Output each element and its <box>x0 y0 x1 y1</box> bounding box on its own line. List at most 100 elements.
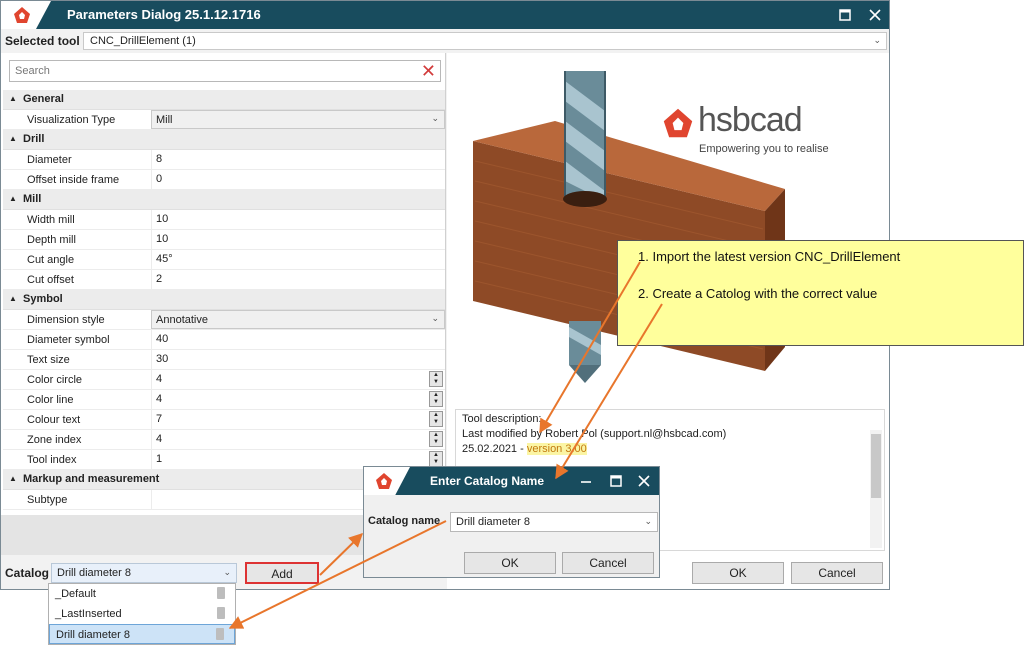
property-row[interactable]: Offset inside frame 0 <box>3 170 445 190</box>
property-name: Cut angle <box>27 254 75 266</box>
catalog-label: Catalog <box>5 566 50 580</box>
close-icon <box>869 9 881 21</box>
close-button[interactable] <box>865 5 885 25</box>
property-row[interactable]: Width mill 10 <box>3 210 445 230</box>
property-row[interactable]: Color line 4 ▲ ▼ <box>3 390 445 410</box>
property-grid: ▲ General Visualization Type Mill ⌄ ▲ Drill … <box>3 90 445 510</box>
dimension-style-select[interactable]: Annotative ⌄ <box>151 310 445 329</box>
property-value[interactable]: 4 ▲ ▼ <box>151 370 445 389</box>
property-panel: Search ✕ ▲ General Visualization Type Mill… <box>1 53 446 515</box>
property-name: Width mill <box>27 214 75 226</box>
logo-area <box>1 1 51 29</box>
property-value[interactable]: 30 <box>151 350 445 369</box>
tool-description-date: 25.02.2021 - <box>462 443 527 455</box>
tool-description-modified: Last modified by Robert Pol (support.nl@… <box>462 428 727 440</box>
catalog-select[interactable]: Drill diameter 8 ⌄ <box>51 563 237 583</box>
ok-button[interactable]: OK <box>692 562 784 584</box>
selected-tool-row: Selected tool CNC_DrillElement (1) ⌄ <box>1 30 889 52</box>
logo-area <box>364 467 410 495</box>
dialog-ok-button[interactable]: OK <box>464 552 556 574</box>
catalog-name-label: Catalog name <box>368 515 441 527</box>
category-drill[interactable]: ▲ Drill <box>3 130 445 150</box>
catalog-item[interactable]: _Default <box>49 584 235 604</box>
close-button[interactable] <box>634 471 654 491</box>
note-step-2: 2. Create a Catolog with the correct val… <box>638 286 878 301</box>
instruction-note: 1. Import the latest version CNC_DrillEl… <box>617 240 1024 346</box>
hsbcad-logo-icon <box>376 473 392 489</box>
property-value[interactable]: 40 <box>151 330 445 349</box>
chevron-down-icon: ⌄ <box>431 313 439 323</box>
property-name: Subtype <box>27 494 68 506</box>
property-value[interactable]: 10 <box>151 230 445 249</box>
chevron-down-icon: ⌄ <box>873 35 881 45</box>
property-row[interactable]: Cut offset 2 <box>3 270 445 290</box>
catalog-item-selected[interactable]: Drill diameter 8 <box>49 624 235 644</box>
clear-search-icon[interactable]: ✕ <box>421 61 436 81</box>
spinner-icon[interactable]: ▲ ▼ <box>429 411 443 427</box>
search-input[interactable]: Search ✕ <box>9 60 441 82</box>
chevron-down-icon: ⌄ <box>223 567 231 577</box>
brand-name: hsbcad <box>698 101 803 139</box>
brand-logo: hsbcad Empowering you to realise <box>662 101 842 157</box>
property-name: Visualization Type <box>27 114 116 126</box>
property-name: Dimension style <box>27 314 105 326</box>
property-row[interactable]: Diameter 8 <box>3 150 445 170</box>
property-value[interactable]: 0 <box>151 170 445 189</box>
selected-tool-select[interactable]: CNC_DrillElement (1) ⌄ <box>83 32 887 50</box>
spinner-icon[interactable]: ▲ ▼ <box>429 431 443 447</box>
spinner-icon[interactable]: ▲ ▼ <box>429 371 443 387</box>
tool-description-heading: Tool description: <box>462 413 542 425</box>
property-row[interactable]: Colour text 7 ▲ ▼ <box>3 410 445 430</box>
property-value[interactable]: 10 <box>151 210 445 229</box>
maximize-button[interactable] <box>606 471 626 491</box>
property-name: Diameter <box>27 154 72 166</box>
property-row[interactable]: Zone index 4 ▲ ▼ <box>3 430 445 450</box>
property-row[interactable]: Diameter symbol 40 <box>3 330 445 350</box>
property-name: Diameter symbol <box>27 334 110 346</box>
close-icon <box>638 475 650 487</box>
property-row[interactable]: Cut angle 45° <box>3 250 445 270</box>
spinner-icon[interactable]: ▲ ▼ <box>429 451 443 467</box>
search-placeholder: Search <box>15 65 50 77</box>
visualization-type-select[interactable]: Mill ⌄ <box>151 110 445 129</box>
property-name: Text size <box>27 354 70 366</box>
property-value[interactable]: 45° <box>151 250 445 269</box>
cancel-button[interactable]: Cancel <box>791 562 883 584</box>
chevron-down-icon: ⌄ <box>644 516 652 526</box>
property-value[interactable]: 4 ▲ ▼ <box>151 430 445 449</box>
hsbcad-logo-icon <box>14 7 30 23</box>
trash-icon[interactable] <box>216 628 224 640</box>
property-value[interactable]: 7 ▲ ▼ <box>151 410 445 429</box>
property-row[interactable]: Color circle 4 ▲ ▼ <box>3 370 445 390</box>
catalog-item[interactable]: _LastInserted <box>49 604 235 624</box>
scrollbar-thumb[interactable] <box>871 434 881 498</box>
collapse-triangle-icon: ▲ <box>9 94 17 103</box>
property-value[interactable]: 2 <box>151 270 445 289</box>
title-bar: Parameters Dialog 25.1.12.1716 <box>1 1 889 29</box>
property-row[interactable]: Text size 30 <box>3 350 445 370</box>
property-row[interactable]: Depth mill 10 <box>3 230 445 250</box>
vertical-scrollbar[interactable] <box>870 430 882 548</box>
property-row[interactable]: Visualization Type Mill ⌄ <box>3 110 445 130</box>
add-button[interactable]: Add <box>245 562 319 584</box>
enter-catalog-name-dialog: Enter Catalog Name Catalog name Drill di… <box>363 466 660 578</box>
selected-tool-label: Selected tool <box>5 34 80 48</box>
chevron-down-icon: ⌄ <box>431 113 439 123</box>
collapse-triangle-icon: ▲ <box>9 134 17 143</box>
property-value[interactable]: 4 ▲ ▼ <box>151 390 445 409</box>
maximize-button[interactable] <box>835 5 855 25</box>
category-symbol[interactable]: ▲ Symbol <box>3 290 445 310</box>
dialog-cancel-button[interactable]: Cancel <box>562 552 654 574</box>
property-name: Colour text <box>27 414 81 426</box>
spinner-icon[interactable]: ▲ ▼ <box>429 391 443 407</box>
property-value[interactable]: 8 <box>151 150 445 169</box>
property-name: Cut offset <box>27 274 74 286</box>
category-general[interactable]: ▲ General <box>3 90 445 110</box>
trash-icon[interactable] <box>217 587 225 599</box>
minimize-icon <box>581 481 591 483</box>
property-row[interactable]: Dimension style Annotative ⌄ <box>3 310 445 330</box>
trash-icon[interactable] <box>217 607 225 619</box>
category-mill[interactable]: ▲ Mill <box>3 190 445 210</box>
minimize-button[interactable] <box>576 471 596 491</box>
catalog-name-input[interactable]: Drill diameter 8 ⌄ <box>450 512 658 532</box>
